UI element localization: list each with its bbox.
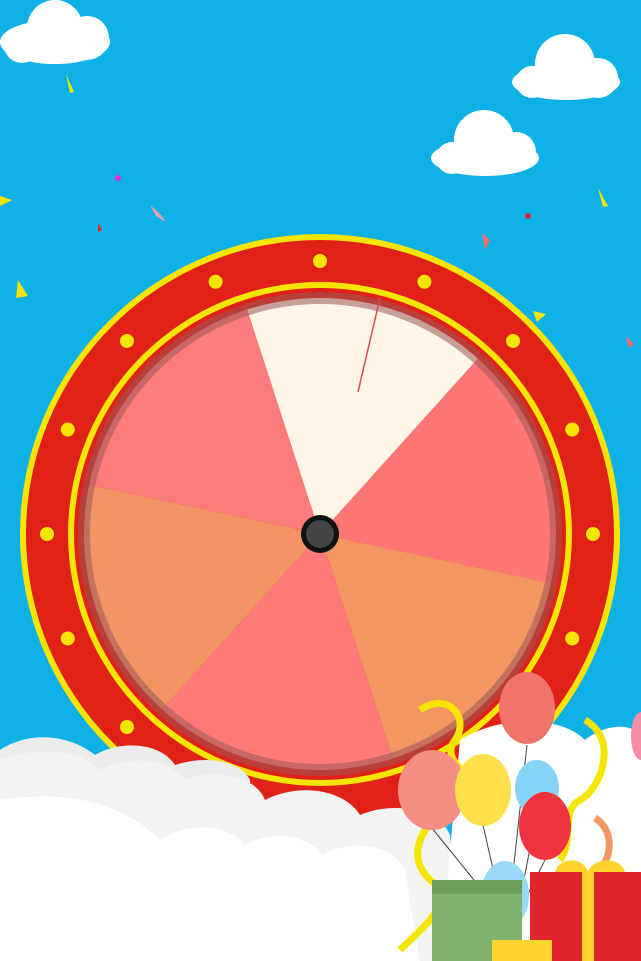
cloud-top-left (0, 0, 110, 64)
wheel-bulb (313, 254, 327, 268)
sky-clouds (0, 0, 620, 176)
wheel-bulb (119, 333, 134, 348)
wheel-bulb (60, 631, 75, 646)
wheel-bulb (565, 422, 580, 437)
wheel-bulb (586, 527, 600, 541)
wheel-bulb (208, 274, 223, 289)
spin-button[interactable] (306, 520, 334, 548)
balloon-crimson (519, 792, 571, 860)
wheel-bulb (119, 720, 134, 735)
wheel-bulb (40, 527, 54, 541)
balloon-red (499, 672, 555, 744)
balloon-yellow (455, 754, 511, 826)
wheel-bulb (60, 422, 75, 437)
wheel-bulb (565, 631, 580, 646)
wheel-bulb (417, 274, 432, 289)
gift-yellow (492, 940, 552, 961)
wheel-bulb (506, 333, 521, 348)
game-stage (0, 0, 641, 961)
cloud-mid-right (431, 110, 539, 176)
scene-svg (0, 0, 641, 961)
cloud-top-right (512, 34, 620, 100)
